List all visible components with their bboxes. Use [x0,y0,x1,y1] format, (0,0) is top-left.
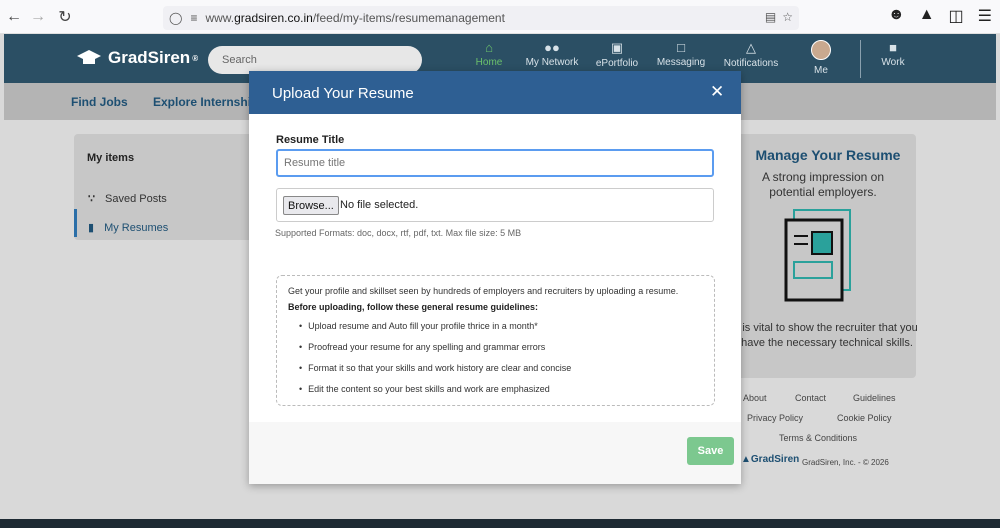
footer-copyright: GradSiren, Inc. - © 2026 [802,458,889,467]
list-item: Format it so that your skills and work h… [299,363,571,373]
browse-button[interactable]: Browse... [283,196,339,215]
guidelines-intro: Get your profile and skillset seen by hu… [288,286,679,296]
url-host: gradsiren.co.in [234,11,313,25]
dialog-footer [249,422,741,484]
people-icon: ●● [544,40,560,55]
guidelines-box: Get your profile and skillset seen by hu… [276,275,715,406]
save-button[interactable]: Save [687,437,734,465]
manage-resume-body: t is vital to show the recruiter that yo… [736,322,918,349]
upload-resume-dialog: Upload Your Resume ✕ Resume Title Browse… [249,71,741,484]
explore-internships-link[interactable]: Explore Internship [153,95,258,109]
nav-my-network[interactable]: ●● My Network [517,40,587,68]
os-taskbar [0,519,1000,528]
address-bar[interactable]: ◯ ≡ www. gradsiren.co.in/feed/my-items/re… [163,6,799,30]
find-jobs-link[interactable]: Find Jobs [71,95,128,109]
file-status: No file selected. [340,199,419,211]
account-icon[interactable]: ☻ [888,6,905,26]
nav-eportfolio[interactable]: ▣ ePortfolio [582,40,652,69]
resume-illustration [784,209,851,302]
close-icon[interactable]: ✕ [710,82,724,102]
url-prefix: www. [205,11,235,25]
footer-cookie[interactable]: Cookie Policy [837,413,892,423]
footer-about[interactable]: About [743,393,767,403]
manage-resume-panel: Manage Your Resume A strong impression o… [722,134,918,378]
nav-work[interactable]: ■ Work [858,40,928,68]
list-item: Upload resume and Auto fill your profile… [299,321,538,331]
graduation-cap-icon [77,50,101,64]
bell-icon: △ [746,40,756,55]
home-icon: ⌂ [485,40,493,55]
work-icon: ■ [889,40,897,55]
search-input[interactable]: Search [208,46,422,74]
sidebar-item-my-resumes[interactable]: ▮ My Resumes [88,221,168,235]
avatar [811,40,831,60]
forward-icon[interactable]: → [24,3,52,31]
dialog-title: Upload Your Resume [272,85,414,102]
supported-formats: Supported Formats: doc, docx, rtf, pdf, … [275,228,522,238]
nav-notifications[interactable]: △ Notifications [716,40,786,69]
document-icon: ▮ [88,222,95,234]
manage-resume-subtitle: A strong impression on potential employe… [761,170,885,199]
guidelines-heading: Before uploading, follow these general r… [288,302,539,312]
rss-icon: ∵ [88,193,95,205]
footer-guidelines[interactable]: Guidelines [853,393,896,403]
footer-logo: ▲GradSiren [741,454,800,465]
footer-terms[interactable]: Terms & Conditions [779,433,857,443]
dialog-header: Upload Your Resume ✕ [249,71,741,114]
bookmark-star-icon[interactable]: ☆ [782,10,793,24]
portfolio-icon: ▣ [610,40,624,55]
brand-name: GradSiren [108,48,191,67]
browser-toolbar: ← → ↻ ◯ ≡ www. gradsiren.co.in/feed/my-it… [0,0,1000,34]
my-items-panel: My items ∵ Saved Posts ▮ My Resumes [74,134,260,240]
footer-privacy[interactable]: Privacy Policy [747,413,803,423]
my-items-title: My items [87,152,135,164]
active-indicator [74,209,77,237]
list-item: Edit the content so your best skills and… [299,384,550,394]
shield-icon: ◯ [169,11,183,25]
sidebar-icon[interactable]: ◫ [949,6,964,26]
tune-icon: ≡ [190,11,198,25]
reader-view-icon[interactable]: ▤ [765,10,776,24]
reload-icon[interactable]: ↻ [51,3,79,31]
url-path: /feed/my-items/resumemanagement [312,11,505,25]
sidebar-item-saved-posts[interactable]: ∵ Saved Posts [88,192,167,206]
brand-mark: ® [192,53,199,63]
nav-me[interactable]: Me [786,40,856,76]
nav-messaging[interactable]: □ Messaging [646,40,716,68]
nav-home[interactable]: ⌂ Home [454,40,524,68]
graduation-cap-icon: ▲ [741,454,751,465]
menu-icon[interactable]: ☰ [978,6,992,26]
footer-contact[interactable]: Contact [795,393,826,403]
extensions-icon[interactable]: ▲ [919,6,935,26]
message-icon: □ [677,40,685,55]
list-item: Proofread your resume for any spelling a… [299,342,545,352]
resume-title-label: Resume Title [276,134,345,146]
manage-resume-title: Manage Your Resume [755,147,901,163]
resume-title-input[interactable] [276,149,714,177]
gradsiren-logo[interactable]: GradSiren ® [76,48,198,68]
file-input[interactable]: Browse... No file selected. [276,188,714,222]
